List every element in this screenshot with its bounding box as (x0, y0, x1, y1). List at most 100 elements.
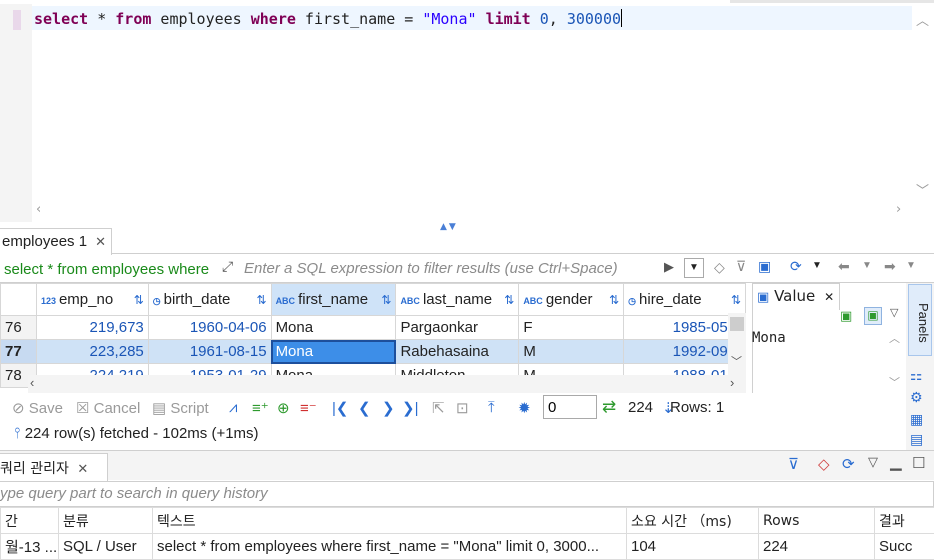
focus-icon[interactable]: ⊡ (456, 399, 469, 417)
delete-row-icon[interactable]: ≡⁻ (300, 399, 317, 417)
panels-toggle[interactable]: Panels (908, 284, 932, 356)
scroll-down-icon[interactable]: ﹀ (916, 180, 929, 199)
history-col-text[interactable]: 텍스트 (152, 507, 627, 534)
column-header-emp-no[interactable]: 123 emp_no ⇅ (35, 283, 149, 316)
apply-filter-icon[interactable]: ▶ (664, 259, 674, 275)
column-header-hire-date[interactable]: ◷ hire_date ⇅ (623, 283, 746, 316)
maximize-icon[interactable]: ☐ (912, 454, 925, 472)
history-cell-rows[interactable]: 224 (758, 533, 875, 560)
sort-filter-icon[interactable]: ⇅ (731, 293, 741, 307)
history-cell-result[interactable]: Succ (874, 533, 934, 560)
apply-value-icon[interactable]: ▣ (864, 307, 882, 325)
close-icon[interactable]: ✕ (95, 234, 106, 249)
tab-query-manager[interactable]: 쿼리 관리자 ✕ (0, 453, 108, 481)
scroll-down-icon[interactable]: ﹀ (731, 353, 742, 369)
save-value-icon[interactable]: ▣ (840, 309, 852, 324)
back-dropdown-icon[interactable]: ▼ (862, 260, 872, 271)
filter-input[interactable]: Enter a SQL expression to filter results… (220, 258, 682, 280)
sort-filter-icon[interactable]: ⇅ (609, 293, 619, 307)
cell-birth-date[interactable]: 1961-08-15 (147, 339, 272, 364)
history-col-result[interactable]: 결과 (874, 507, 934, 534)
cell-emp-no[interactable]: 223,285 (35, 339, 149, 364)
cell-gender[interactable]: F (518, 315, 625, 340)
scroll-down-icon[interactable]: ﹀ (889, 374, 900, 390)
link-icon[interactable]: ⇱ (432, 399, 445, 417)
tab-employees-1[interactable]: employees 1 ✕ (0, 228, 112, 255)
cell-last-name[interactable]: Rabehasaina (395, 339, 520, 364)
refresh-history-icon[interactable]: ⟳ (842, 455, 855, 473)
clear-history-icon[interactable]: ◇ (818, 455, 830, 473)
save-filter-icon[interactable]: ▣ (758, 258, 771, 275)
scroll-right-icon[interactable]: › (896, 202, 901, 217)
last-page-icon[interactable]: ❯| (402, 399, 418, 417)
settings-gear-icon[interactable]: ✹ (518, 399, 531, 417)
edit-row-icon[interactable]: ⩘ (229, 399, 237, 416)
refresh-icon[interactable]: ⇄ (602, 397, 616, 417)
filter-icon[interactable]: ⊽ (788, 455, 799, 473)
metadata-icon[interactable]: ⚙ (910, 390, 923, 406)
cell-last-name[interactable]: Pargaonkar (395, 315, 520, 340)
history-cell-time[interactable]: 월-13 ... (0, 533, 59, 560)
filter-settings-icon[interactable]: ⊽ (736, 258, 746, 275)
sort-filter-icon[interactable]: ⇅ (134, 293, 144, 307)
grid-layout-icon[interactable]: ⚏ (910, 368, 923, 384)
history-col-rows[interactable]: Rows (758, 507, 875, 534)
query-history-table[interactable]: 간 분류 텍스트 소요 시간 （ms) Rows 결과 월-13 ... SQL… (0, 507, 934, 560)
history-col-time[interactable]: 간 (0, 507, 59, 534)
sort-filter-icon[interactable]: ⇅ (381, 293, 391, 307)
refresh-mode-icon[interactable]: ⟳ (790, 258, 802, 275)
tab-value[interactable]: ▣ Value ✕ (752, 283, 840, 310)
cell-birth-date[interactable]: 1960-04-06 (147, 315, 272, 340)
cell-first-name-selected[interactable]: Mona (270, 339, 397, 364)
add-row-icon[interactable]: ≡⁺ (252, 399, 269, 417)
scroll-left-icon[interactable]: ‹ (36, 202, 41, 217)
view-menu-icon[interactable]: ▽ (868, 455, 878, 470)
forward-dropdown-icon[interactable]: ▼ (906, 260, 916, 271)
scroll-left-icon[interactable]: ‹ (30, 375, 34, 390)
query-history-search-input[interactable]: ype query part to search in query histor… (0, 481, 934, 507)
history-cell-duration[interactable]: 104 (626, 533, 759, 560)
minimize-icon[interactable]: ▁ (890, 453, 902, 471)
page-number-input[interactable] (543, 395, 597, 419)
scroll-up-icon[interactable]: ︿ (916, 10, 929, 29)
sort-filter-icon[interactable]: ⇅ (504, 293, 514, 307)
row-number[interactable]: 77 (0, 339, 37, 364)
scroll-thumb[interactable] (730, 317, 744, 331)
chart-icon[interactable]: ▤ (910, 432, 923, 448)
history-col-type[interactable]: 분류 (58, 507, 153, 534)
sql-text[interactable]: select * from employees where first_name… (34, 9, 623, 28)
cell-gender[interactable]: M (518, 339, 625, 364)
editor-vertical-scrollbar[interactable]: ︿ ﹀ (912, 4, 934, 222)
grid-horizontal-scrollbar[interactable]: ‹ › (28, 375, 746, 393)
close-icon[interactable]: ✕ (77, 462, 88, 477)
table-row-selected[interactable]: 77 223,285 1961-08-15 Mona Rabehasaina M… (0, 339, 746, 364)
value-text[interactable]: Mona (752, 330, 786, 346)
history-cell-text[interactable]: select * from employees where first_name… (152, 533, 627, 560)
value-menu-chevron-icon[interactable]: ▽ (890, 306, 898, 319)
column-header-first-name[interactable]: ABC first_name ⇅ (270, 283, 397, 316)
value-panel-scrollbar[interactable]: ︿ ﹀ (886, 326, 904, 392)
sort-filter-icon[interactable]: ⇅ (257, 293, 267, 307)
next-page-icon[interactable]: ❯ (382, 399, 395, 417)
column-header-birth-date[interactable]: ◷ birth_date ⇅ (147, 283, 272, 316)
script-button[interactable]: ▤ Script (152, 399, 209, 417)
table-view-icon[interactable]: ▦ (910, 412, 923, 428)
results-grid[interactable]: 123 emp_no ⇅ ◷ birth_date ⇅ ABC first_name ⇅ A… (0, 283, 746, 393)
history-cell-type[interactable]: SQL / User (58, 533, 153, 560)
export-icon[interactable]: ⤒ (488, 399, 495, 416)
save-button[interactable]: ⊘ Save (12, 399, 63, 417)
copy-row-icon[interactable]: ⊕ (277, 399, 290, 417)
column-header-last-name[interactable]: ABC last_name ⇅ (395, 283, 520, 316)
table-row[interactable]: 76 219,673 1960-04-06 Mona Pargaonkar F … (0, 315, 746, 340)
sql-editor[interactable]: select * from employees where first_name… (0, 0, 934, 222)
forward-arrow-icon[interactable]: ➡ (884, 258, 896, 275)
eraser-icon[interactable]: ◇ (714, 259, 725, 276)
history-col-duration[interactable]: 소요 시간 （ms) (626, 507, 759, 534)
cancel-button[interactable]: ☒ Cancel (76, 399, 140, 417)
first-page-icon[interactable]: |❮ (332, 399, 348, 417)
cell-emp-no[interactable]: 219,673 (35, 315, 149, 340)
editor-horizontal-scrollbar[interactable]: ‹ › (32, 200, 912, 222)
previous-page-icon[interactable]: ❮ (358, 399, 371, 417)
chevron-down-icon[interactable]: ▼ (812, 260, 822, 271)
scroll-up-icon[interactable]: ︿ (889, 330, 900, 346)
